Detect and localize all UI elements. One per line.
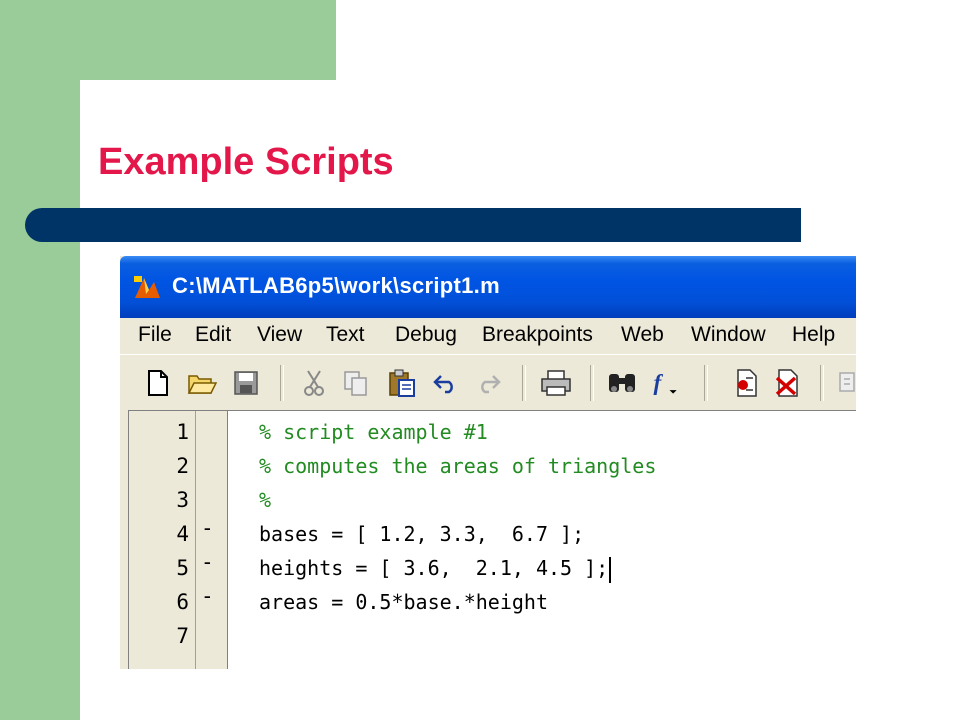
menu-text[interactable]: Text bbox=[326, 323, 365, 347]
toolbar-separator bbox=[590, 365, 594, 401]
copy-icon[interactable] bbox=[340, 367, 372, 399]
toolbar-separator bbox=[280, 365, 284, 401]
code-line[interactable]: % computes the areas of triangles bbox=[259, 449, 656, 483]
line-number: 5 bbox=[176, 556, 189, 580]
breakpoint-marker[interactable]: - bbox=[201, 545, 214, 579]
toolbar-separator bbox=[522, 365, 526, 401]
new-file-icon[interactable] bbox=[142, 367, 174, 399]
breakpoint-marker[interactable]: - bbox=[201, 511, 214, 545]
find-binoculars-icon[interactable] bbox=[606, 367, 638, 399]
text-caret bbox=[609, 556, 612, 583]
clear-breakpoints-icon[interactable] bbox=[772, 367, 804, 399]
line-number: 7 bbox=[176, 624, 189, 648]
paste-icon[interactable] bbox=[386, 367, 418, 399]
menu-breakpoints[interactable]: Breakpoints bbox=[482, 323, 593, 347]
cut-icon[interactable] bbox=[298, 367, 330, 399]
line-number: 2 bbox=[176, 454, 189, 478]
line-number: 6 bbox=[176, 590, 189, 614]
toolbar-separator bbox=[704, 365, 708, 401]
toolbar: f bbox=[120, 354, 856, 411]
matlab-editor-window: C:\MATLAB6p5\work\script1.m File Edit Vi… bbox=[120, 256, 856, 669]
breakpoint-marker[interactable]: - bbox=[201, 579, 214, 613]
menu-edit[interactable]: Edit bbox=[195, 323, 231, 347]
code-line[interactable]: % script example #1 bbox=[259, 415, 488, 449]
slide-top-band bbox=[80, 0, 336, 80]
menu-window[interactable]: Window bbox=[691, 323, 766, 347]
code-line[interactable]: areas = 0.5*base.*height bbox=[259, 585, 548, 619]
code-line[interactable]: bases = [ 1.2, 3.3, 6.7 ]; bbox=[259, 517, 584, 551]
breakpoint-column-divider bbox=[195, 411, 196, 669]
title-underline-bar bbox=[25, 208, 801, 242]
code-editor[interactable]: 1 2 3 4 5 6 7 - - - % script example #1 … bbox=[128, 410, 856, 669]
line-number: 3 bbox=[176, 488, 189, 512]
menu-debug[interactable]: Debug bbox=[395, 323, 457, 347]
set-breakpoint-icon[interactable] bbox=[730, 367, 762, 399]
menu-web[interactable]: Web bbox=[621, 323, 664, 347]
save-icon[interactable] bbox=[230, 367, 262, 399]
menu-view[interactable]: View bbox=[257, 323, 302, 347]
redo-icon[interactable] bbox=[472, 367, 504, 399]
line-number: 4 bbox=[176, 522, 189, 546]
print-icon[interactable] bbox=[540, 367, 572, 399]
menu-file[interactable]: File bbox=[138, 323, 172, 347]
window-title: C:\MATLAB6p5\work\script1.m bbox=[172, 273, 500, 298]
code-line-with-caret[interactable]: heights = [ 3.6, 2.1, 4.5 ]; bbox=[259, 551, 612, 585]
menu-help[interactable]: Help bbox=[792, 323, 835, 347]
slide-sidebar-bar bbox=[0, 0, 80, 720]
line-number: 1 bbox=[176, 420, 189, 444]
matlab-logo-icon bbox=[134, 276, 160, 298]
undo-icon[interactable] bbox=[430, 367, 462, 399]
open-folder-icon[interactable] bbox=[186, 367, 218, 399]
window-titlebar[interactable]: C:\MATLAB6p5\work\script1.m bbox=[120, 256, 856, 318]
line-number-gutter: 1 2 3 4 5 6 7 - - - bbox=[129, 411, 228, 669]
toolbar-separator bbox=[820, 365, 824, 401]
menubar: File Edit View Text Debug Breakpoints We… bbox=[120, 318, 856, 354]
step-icon[interactable] bbox=[832, 367, 856, 399]
slide-title: Example Scripts bbox=[98, 141, 394, 183]
svg-text:f: f bbox=[654, 369, 664, 395]
code-line[interactable]: % bbox=[259, 483, 271, 517]
code-line-text: heights = [ 3.6, 2.1, 4.5 ]; bbox=[259, 556, 609, 580]
function-icon[interactable]: f bbox=[650, 367, 682, 399]
